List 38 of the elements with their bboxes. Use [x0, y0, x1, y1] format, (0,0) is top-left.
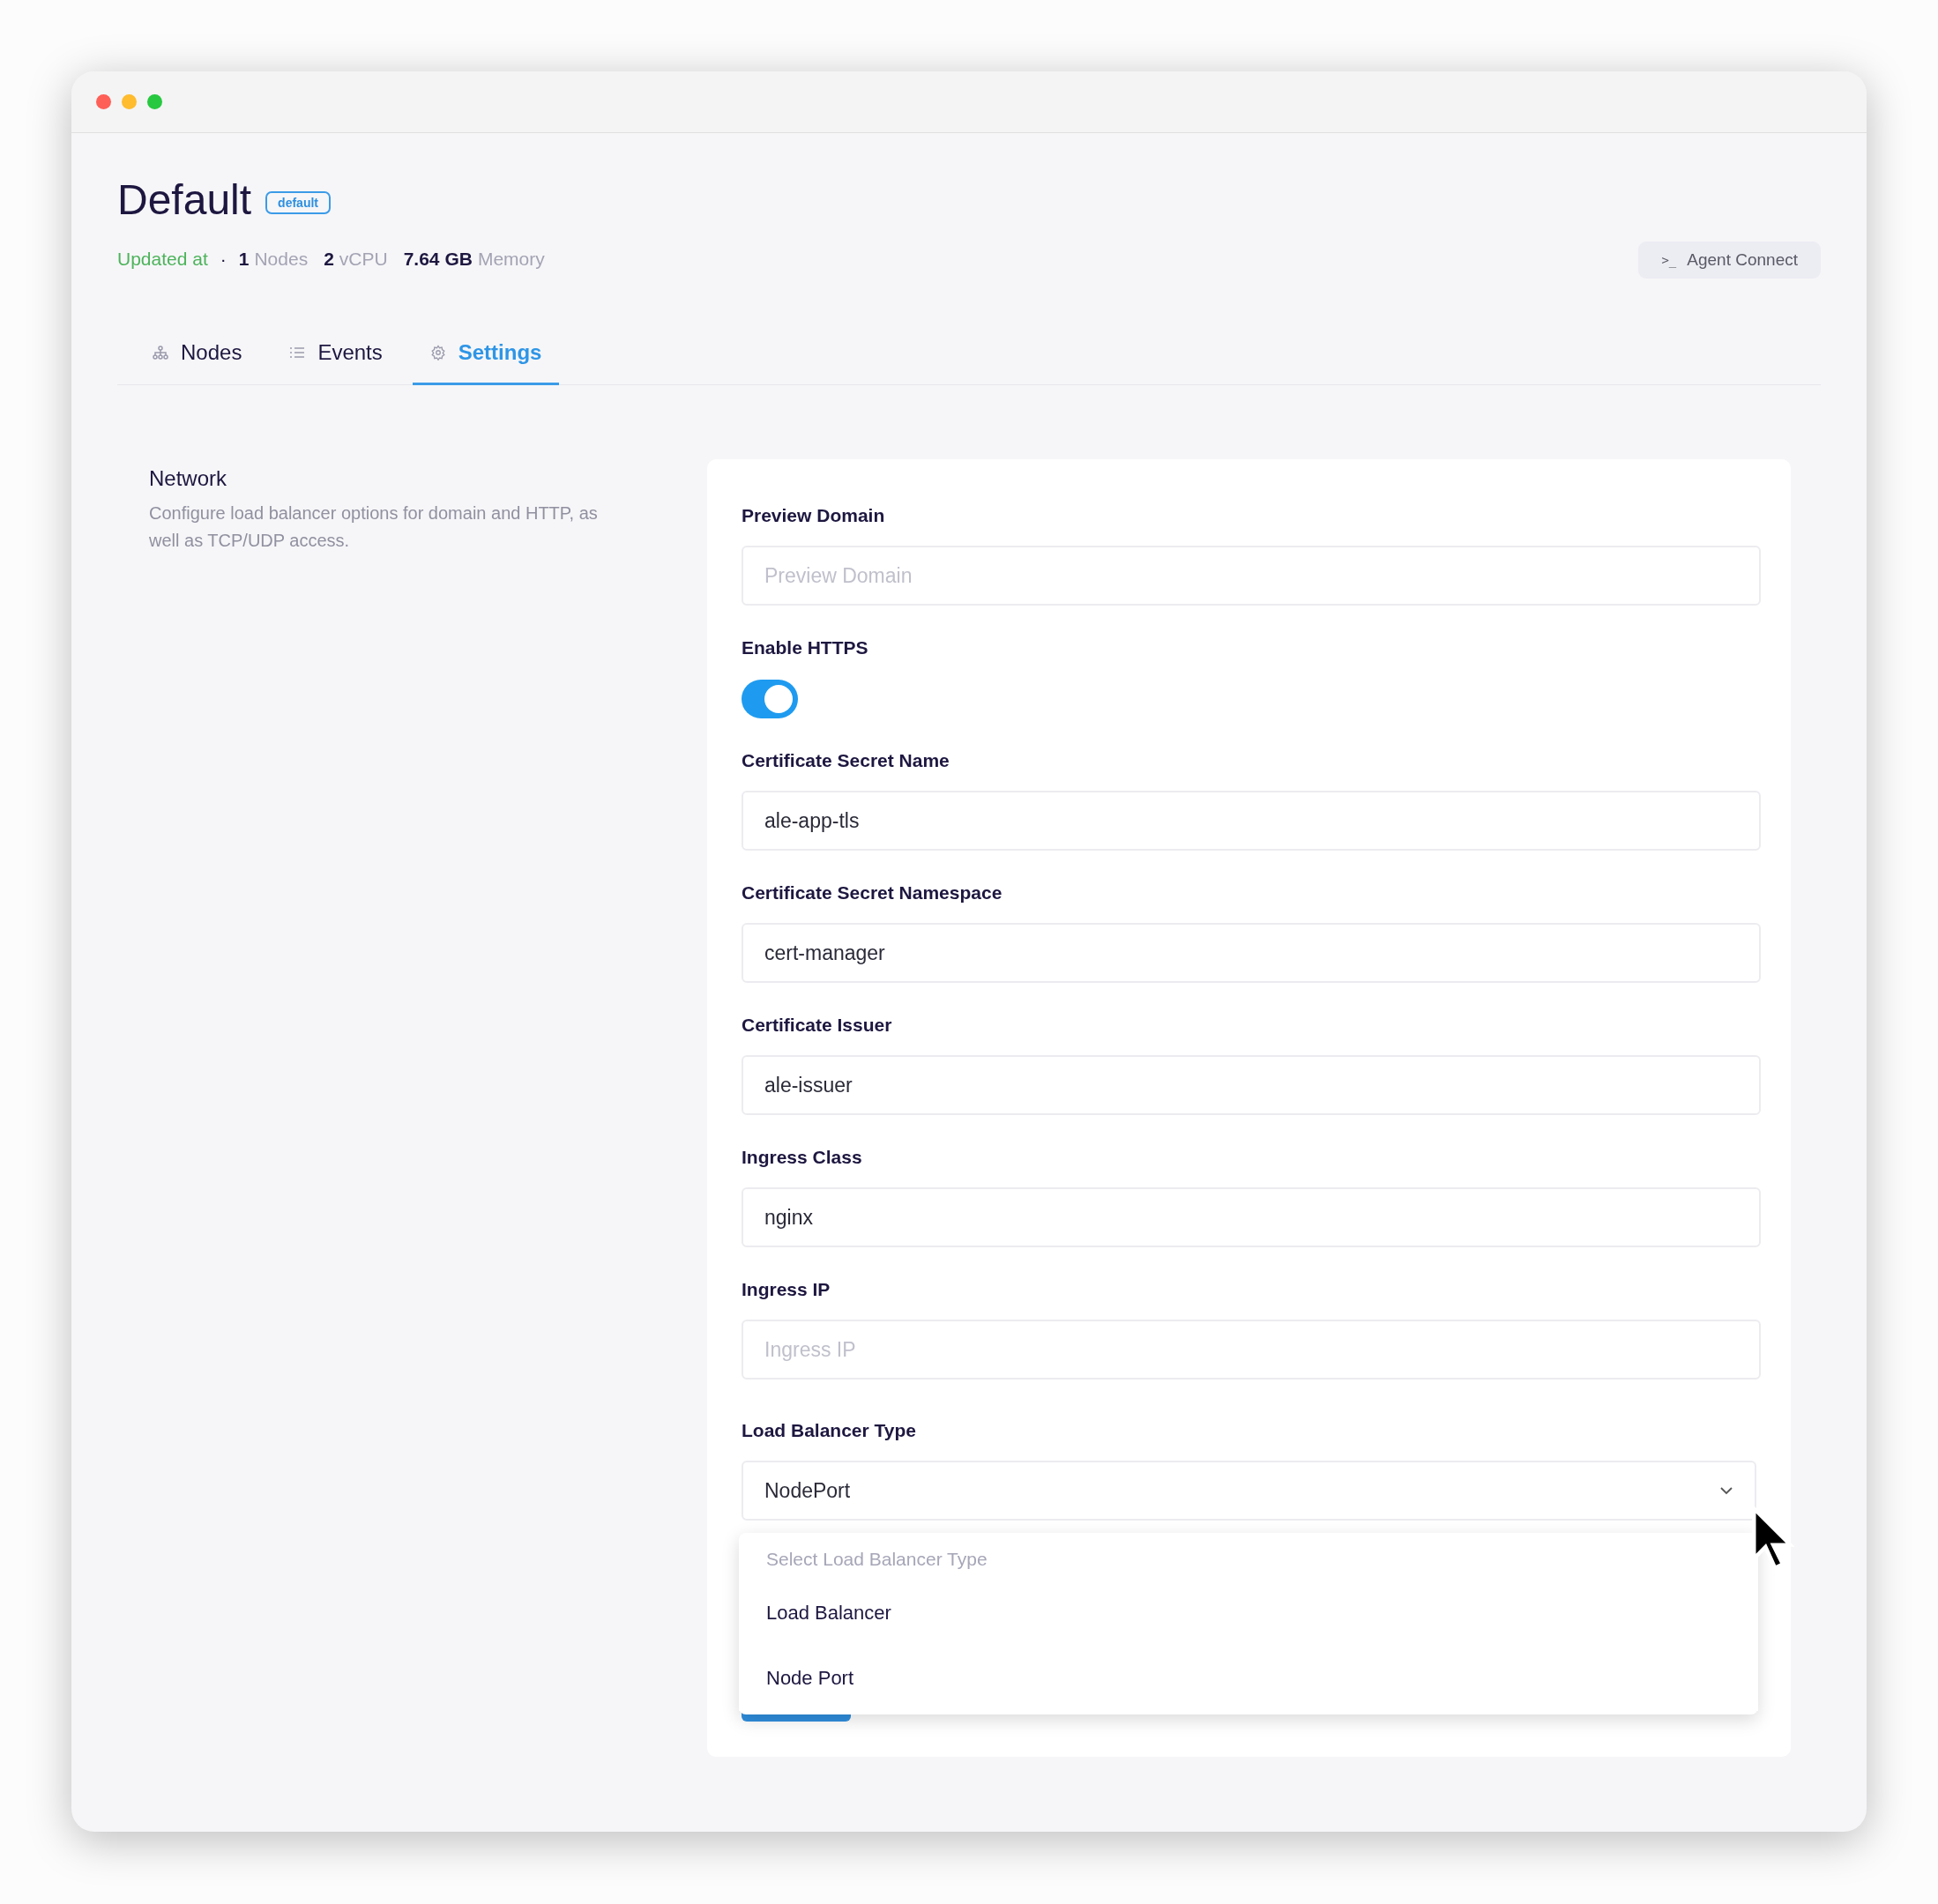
maximize-button[interactable] — [147, 94, 162, 109]
field-label: Preview Domain — [742, 505, 886, 526]
menu-option[interactable]: Node Port — [739, 1646, 1758, 1711]
list-icon — [289, 346, 306, 359]
input-field[interactable]: nginx — [742, 1187, 1761, 1247]
field-label: Ingress IP — [742, 1279, 831, 1300]
field-label: Certificate Issuer — [742, 1015, 893, 1036]
input-field[interactable]: Preview Domain — [742, 546, 1761, 606]
agent-connect-button[interactable]: >_ Agent Connect — [1638, 242, 1821, 279]
field-label: Ingress Class — [742, 1147, 863, 1168]
badge: default — [265, 190, 331, 214]
stat: 1 Nodes — [238, 249, 309, 270]
stat: 2 vCPU — [324, 249, 388, 270]
menu-option[interactable]: Load Balancer — [739, 1580, 1758, 1646]
section-description: Configure load balancer options for domain and HTTP, as well as TCP/UDP access. — [149, 502, 599, 552]
input-field[interactable]: ale-app-tls — [742, 791, 1761, 851]
stat: 7.64 GB Memory — [403, 249, 545, 270]
disabled-option: Select Load Balancer Type — [739, 1549, 1758, 1580]
tab[interactable]: Events — [272, 340, 400, 385]
input-field[interactable]: cert-manager — [742, 923, 1761, 983]
separator: · — [220, 249, 227, 270]
hierarchy-icon — [153, 346, 168, 360]
close-button[interactable] — [96, 94, 111, 109]
field-label: Certificate Secret Name — [742, 750, 950, 771]
toggle-switch[interactable] — [742, 680, 798, 718]
field-label: Enable HTTPS — [742, 637, 869, 658]
chevron-down-icon — [1719, 1486, 1734, 1495]
settings-icon — [429, 345, 446, 361]
input-field[interactable]: ale-issuer — [742, 1055, 1761, 1115]
updated-label: Updated at — [117, 249, 208, 270]
minimize-button[interactable] — [122, 94, 137, 109]
input-field[interactable]: Ingress IP — [742, 1320, 1761, 1380]
select-field[interactable]: NodePort — [742, 1461, 1757, 1521]
tab[interactable]: Nodes — [135, 340, 260, 385]
section-title: Network — [149, 466, 228, 491]
field-label: Certificate Secret Namespace — [742, 882, 1003, 904]
field-label: Load Balancer Type — [742, 1420, 917, 1441]
page-title: Default — [117, 175, 252, 224]
